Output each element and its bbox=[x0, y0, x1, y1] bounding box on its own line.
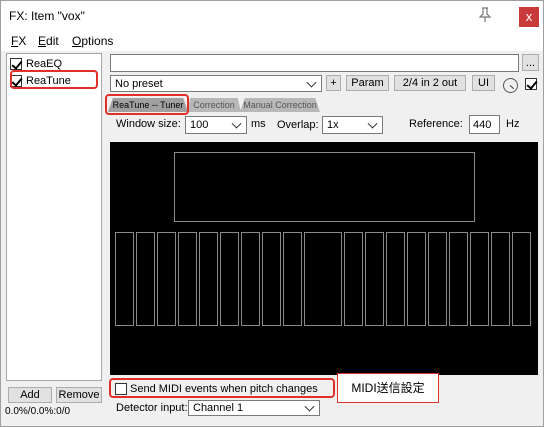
pitch-key bbox=[136, 232, 155, 326]
fx-enable-checkbox[interactable] bbox=[10, 58, 22, 70]
menu-edit[interactable]: Edit bbox=[38, 34, 59, 48]
tuner-display bbox=[110, 142, 538, 375]
pin-icon[interactable] bbox=[477, 7, 493, 23]
more-button[interactable]: ... bbox=[522, 54, 539, 71]
send-midi-highlight bbox=[109, 378, 335, 398]
window-size-dropdown[interactable]: 100 bbox=[185, 116, 247, 134]
close-icon: x bbox=[525, 9, 533, 24]
pitch-key bbox=[241, 232, 260, 326]
chevron-down-icon bbox=[231, 118, 242, 129]
detector-input-value: Channel 1 bbox=[193, 402, 244, 414]
fx-chain-list: ReaEQ ReaTune bbox=[6, 53, 102, 381]
tab-manual-correction[interactable]: Manual Correction bbox=[240, 98, 320, 112]
chevron-down-icon bbox=[306, 77, 317, 88]
pitch-key bbox=[262, 232, 281, 326]
window-title: FX: Item "vox" bbox=[9, 9, 85, 23]
pitch-key bbox=[344, 232, 363, 326]
tab-label: Correction bbox=[193, 100, 235, 110]
overlap-value: 1x bbox=[327, 119, 339, 131]
pitch-readout-box bbox=[174, 152, 475, 222]
menu-options[interactable]: Options bbox=[72, 34, 113, 48]
hz-unit: Hz bbox=[506, 118, 520, 130]
pitch-key bbox=[512, 232, 531, 326]
pitch-key bbox=[220, 232, 239, 326]
preset-value: No preset bbox=[115, 77, 163, 90]
pitch-key bbox=[470, 232, 489, 326]
pitch-key bbox=[115, 232, 134, 326]
pitch-key bbox=[283, 232, 302, 326]
remove-fx-button[interactable]: Remove bbox=[56, 387, 102, 403]
tab-label: Manual Correction bbox=[243, 100, 317, 110]
pitch-key bbox=[491, 232, 510, 326]
midi-settings-callout: MIDI送信設定 bbox=[337, 373, 439, 403]
overlap-dropdown[interactable]: 1x bbox=[322, 116, 383, 134]
preset-dropdown[interactable]: No preset bbox=[110, 75, 322, 92]
detector-input-dropdown[interactable]: Channel 1 bbox=[188, 400, 320, 416]
close-button[interactable]: x bbox=[519, 7, 539, 27]
fx-bypass-checkbox[interactable] bbox=[525, 78, 537, 90]
menu-bar: FX Edit Options bbox=[1, 31, 543, 51]
menu-fx[interactable]: FX bbox=[11, 34, 26, 48]
tab-correction[interactable]: Correction bbox=[187, 98, 241, 112]
window-size-label: Window size: bbox=[116, 118, 181, 130]
add-fx-button[interactable]: Add bbox=[8, 387, 52, 403]
pitch-key bbox=[304, 232, 342, 326]
chevron-down-icon bbox=[367, 118, 378, 129]
pitch-key bbox=[386, 232, 405, 326]
overlap-label: Overlap: bbox=[277, 119, 319, 131]
fx-name-field[interactable] bbox=[110, 54, 519, 72]
param-button[interactable]: Param bbox=[346, 75, 389, 91]
io-routing-button[interactable]: 2/4 in 2 out bbox=[394, 75, 466, 91]
detector-input-label: Detector input: bbox=[116, 402, 188, 414]
pitch-key bbox=[428, 232, 447, 326]
ms-unit: ms bbox=[251, 118, 266, 130]
reference-label: Reference: bbox=[409, 118, 463, 130]
pitch-key bbox=[365, 232, 384, 326]
window-size-value: 100 bbox=[190, 119, 209, 131]
fx-item-label: ReaEQ bbox=[26, 58, 63, 70]
pitch-key bbox=[199, 232, 218, 326]
cpu-status: 0.0%/0.0%:0/0 bbox=[5, 406, 71, 417]
pitch-key bbox=[407, 232, 426, 326]
chevron-down-icon bbox=[304, 401, 315, 412]
reatune-highlight bbox=[10, 70, 98, 89]
pitch-key bbox=[178, 232, 197, 326]
wet-knob-icon[interactable] bbox=[503, 78, 518, 93]
add-preset-button[interactable]: + bbox=[326, 75, 341, 91]
reference-input[interactable]: 440 bbox=[469, 115, 500, 134]
title-bar: FX: Item "vox" x bbox=[1, 1, 543, 31]
pitch-key bbox=[157, 232, 176, 326]
fx-window: FX: Item "vox" x FX Edit Options ReaEQ R… bbox=[0, 0, 544, 427]
pitch-key bbox=[449, 232, 468, 326]
tuner-tab-highlight bbox=[105, 94, 189, 115]
ui-button[interactable]: UI bbox=[472, 75, 495, 91]
